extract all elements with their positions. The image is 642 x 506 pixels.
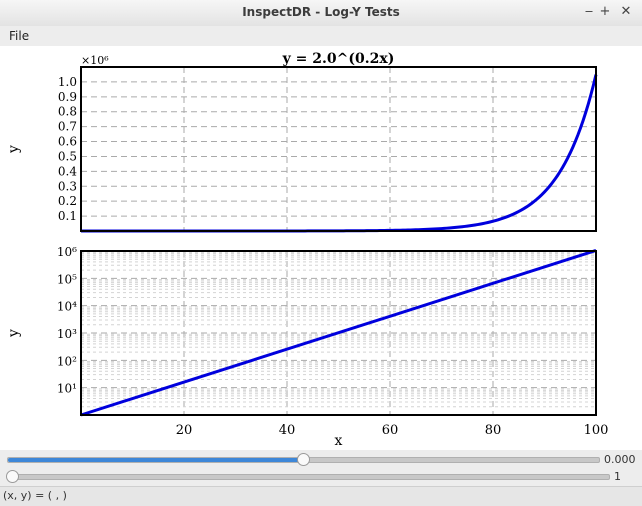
data-series-line — [81, 74, 598, 233]
slider-1-value: 0.000 — [604, 453, 636, 466]
y-tick-label: 0.3 — [58, 179, 77, 193]
x-axis-label: x — [335, 433, 343, 449]
y-tick-label: 0.5 — [58, 149, 77, 163]
statusbar: (x, y) = ( , ) — [0, 486, 642, 506]
slider-2-track[interactable] — [7, 474, 610, 480]
y-tick-label: 10⁵ — [57, 272, 77, 286]
y-tick-label: 0.4 — [58, 164, 77, 178]
x-tick-label: 40 — [279, 423, 296, 438]
maximize-icon[interactable]: + — [597, 4, 613, 20]
data-series-line — [80, 249, 597, 417]
slider-2-value: 1 — [614, 470, 621, 483]
y-multiplier-label: ×10⁶ — [81, 54, 109, 67]
y-tick-label: 10¹ — [57, 382, 77, 396]
y-tick-label: 0.8 — [58, 105, 77, 119]
close-icon[interactable]: ✕ — [618, 4, 634, 20]
slider-2-thumb[interactable] — [6, 470, 19, 483]
status-coordinates: (x, y) = ( , ) — [3, 489, 67, 502]
x-tick-label: 100 — [584, 423, 609, 438]
plot-area[interactable]: 0.1 0.2 0.3 0.4 0.5 0.6 0.7 0.8 0.9 1.0 y y = 2.0^(… — [0, 46, 642, 450]
y-tick-label: 10⁶ — [57, 245, 77, 259]
x-tick-label: 80 — [485, 423, 502, 438]
y-tick-label: 1.0 — [58, 75, 77, 89]
y-tick-label: 0.7 — [58, 120, 77, 134]
x-tick-label: 60 — [382, 423, 399, 438]
x-tick-label: 20 — [176, 423, 193, 438]
window-titlebar: InspectDR - Log-Y Tests ‒ + ✕ — [0, 0, 642, 27]
window-title: InspectDR - Log-Y Tests — [242, 5, 400, 19]
y-tick-label: 0.9 — [58, 90, 77, 104]
y-tick-label: 10² — [57, 354, 77, 368]
plots-canvas[interactable]: 0.10.20.30.40.50.60.70.80.91.0 y y = 2.0^(… — [0, 46, 642, 450]
y-axis-label: y — [6, 329, 22, 338]
menu-file[interactable]: File — [9, 29, 29, 43]
plot-frame — [80, 66, 597, 232]
slider-1-fill — [8, 458, 304, 462]
y-tick-label: 0.6 — [58, 135, 77, 149]
minimize-icon[interactable]: ‒ — [581, 4, 597, 20]
y-tick-label: 10⁴ — [57, 300, 77, 314]
y-axis-label: y — [6, 145, 22, 154]
slider-1-thumb[interactable] — [296, 453, 310, 466]
y-tick-label: 0.1 — [58, 209, 77, 223]
y-tick-label: 0.2 — [58, 194, 77, 208]
chart-title: y = 2.0^(0.2x) — [282, 51, 395, 67]
menubar: File — [0, 26, 642, 46]
y-tick-label: 10³ — [57, 327, 77, 341]
